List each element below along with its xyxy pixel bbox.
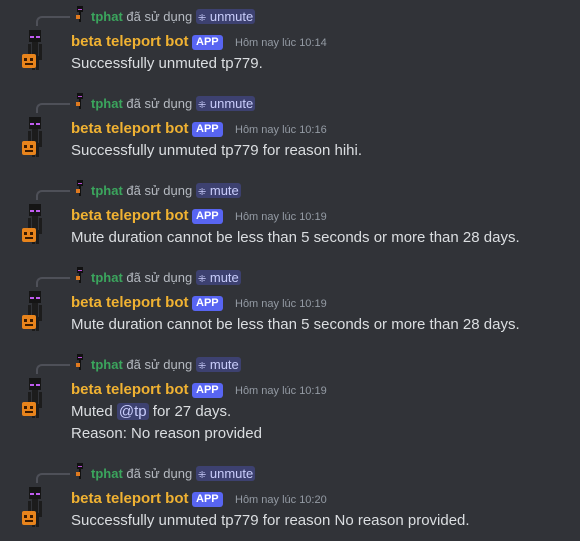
mini-avatar-icon[interactable] [74,93,86,109]
reply-context: tphat đã sử dụng ⁜ mute [91,356,241,374]
message-content: Muted @tp for 27 days. Reason: No reason… [71,401,571,445]
message: tphat đã sử dụng ⁜ unmute beta teleport … [0,457,580,537]
message-line: Muted @tp for 27 days. [71,401,571,423]
command-name: unmute [209,96,254,111]
bot-avatar[interactable] [22,30,48,72]
chat-log: tphat đã sử dụng ⁜ unmute beta teleport … [0,0,580,541]
command-chip[interactable]: ⁜ unmute [195,9,256,24]
reply-username[interactable]: tphat [91,183,123,198]
command-name: unmute [209,9,254,24]
reason-line: Reason: No reason provided [71,425,262,442]
timestamp: Hôm nay lúc 10:20 [235,494,327,506]
reply-used-text: đã sử dụng [126,183,193,198]
message: tphat đã sử dụng ⁜ mute beta teleport bo… [0,174,580,254]
bot-avatar[interactable] [22,291,48,333]
timestamp: Hôm nay lúc 10:14 [235,37,327,49]
timestamp: Hôm nay lúc 10:19 [235,298,327,310]
reply-used-text: đã sử dụng [126,357,193,372]
reply-used-text: đã sử dụng [126,9,193,24]
bot-name[interactable]: beta teleport bot [71,119,189,139]
bot-avatar[interactable] [22,117,48,159]
command-name: mute [209,183,239,198]
slash-command-icon: ⁜ [197,13,207,24]
app-badge: APP [192,383,223,398]
message-content: Successfully unmuted tp779. [71,53,571,75]
message-line: Mute duration cannot be less than 5 seco… [71,316,520,333]
message-content: Mute duration cannot be less than 5 seco… [71,314,571,336]
bot-name[interactable]: beta teleport bot [71,489,189,509]
message-content: Successfully unmuted tp779 for reason hi… [71,140,571,162]
app-badge: APP [192,35,223,50]
reply-spine-icon [36,277,70,287]
timestamp: Hôm nay lúc 10:19 [235,211,327,223]
timestamp: Hôm nay lúc 10:19 [235,385,327,397]
bot-avatar[interactable] [22,378,48,420]
reply-spine-icon [36,16,70,26]
reply-spine-icon [36,103,70,113]
command-chip[interactable]: ⁜ mute [195,183,241,198]
reply-spine-icon [36,364,70,374]
reply-username[interactable]: tphat [91,96,123,111]
slash-command-icon: ⁜ [197,361,207,372]
reply-username[interactable]: tphat [91,357,123,372]
mini-avatar-icon[interactable] [74,354,86,370]
mini-avatar-icon[interactable] [74,267,86,283]
bot-name[interactable]: beta teleport bot [71,380,189,400]
reply-used-text: đã sử dụng [126,466,193,481]
slash-command-icon: ⁜ [197,274,207,285]
command-chip[interactable]: ⁜ unmute [195,466,256,481]
app-badge: APP [192,296,223,311]
bot-avatar[interactable] [22,487,48,529]
message: tphat đã sử dụng ⁜ unmute beta teleport … [0,87,580,167]
slash-command-icon: ⁜ [197,187,207,198]
reply-context: tphat đã sử dụng ⁜ mute [91,182,241,200]
message: tphat đã sử dụng ⁜ unmute beta teleport … [0,0,580,80]
message-line: Successfully unmuted tp779. [71,55,263,72]
mini-avatar-icon[interactable] [74,180,86,196]
command-name: mute [209,357,239,372]
message: tphat đã sử dụng ⁜ mute beta teleport bo… [0,261,580,341]
message-line: Successfully unmuted tp779 for reason hi… [71,142,362,159]
user-mention[interactable]: @tp [116,403,149,420]
mute-prefix: Muted [71,403,113,420]
app-badge: APP [192,122,223,137]
bot-name[interactable]: beta teleport bot [71,32,189,52]
command-name: unmute [209,466,254,481]
command-chip[interactable]: ⁜ mute [195,270,241,285]
reply-used-text: đã sử dụng [126,270,193,285]
reply-spine-icon [36,473,70,483]
mute-suffix: for 27 days. [152,403,232,420]
command-chip[interactable]: ⁜ mute [195,357,241,372]
reply-username[interactable]: tphat [91,9,123,24]
reply-spine-icon [36,190,70,200]
reply-context: tphat đã sử dụng ⁜ unmute [91,465,256,483]
reply-context: tphat đã sử dụng ⁜ unmute [91,8,256,26]
reply-context: tphat đã sử dụng ⁜ unmute [91,95,256,113]
command-chip[interactable]: ⁜ unmute [195,96,256,111]
reply-username[interactable]: tphat [91,270,123,285]
reply-username[interactable]: tphat [91,466,123,481]
mini-avatar-icon[interactable] [74,463,86,479]
mini-avatar-icon[interactable] [74,6,86,22]
timestamp: Hôm nay lúc 10:16 [235,124,327,136]
message-line: Mute duration cannot be less than 5 seco… [71,229,520,246]
message-line: Successfully unmuted tp779 for reason No… [71,512,470,529]
command-name: mute [209,270,239,285]
message: tphat đã sử dụng ⁜ mute beta teleport bo… [0,348,580,458]
reply-used-text: đã sử dụng [126,96,193,111]
bot-avatar[interactable] [22,204,48,246]
bot-name[interactable]: beta teleport bot [71,206,189,226]
message-content: Mute duration cannot be less than 5 seco… [71,227,571,249]
slash-command-icon: ⁜ [197,470,207,481]
app-badge: APP [192,492,223,507]
reply-context: tphat đã sử dụng ⁜ mute [91,269,241,287]
app-badge: APP [192,209,223,224]
slash-command-icon: ⁜ [197,100,207,111]
bot-name[interactable]: beta teleport bot [71,293,189,313]
message-content: Successfully unmuted tp779 for reason No… [71,510,571,532]
